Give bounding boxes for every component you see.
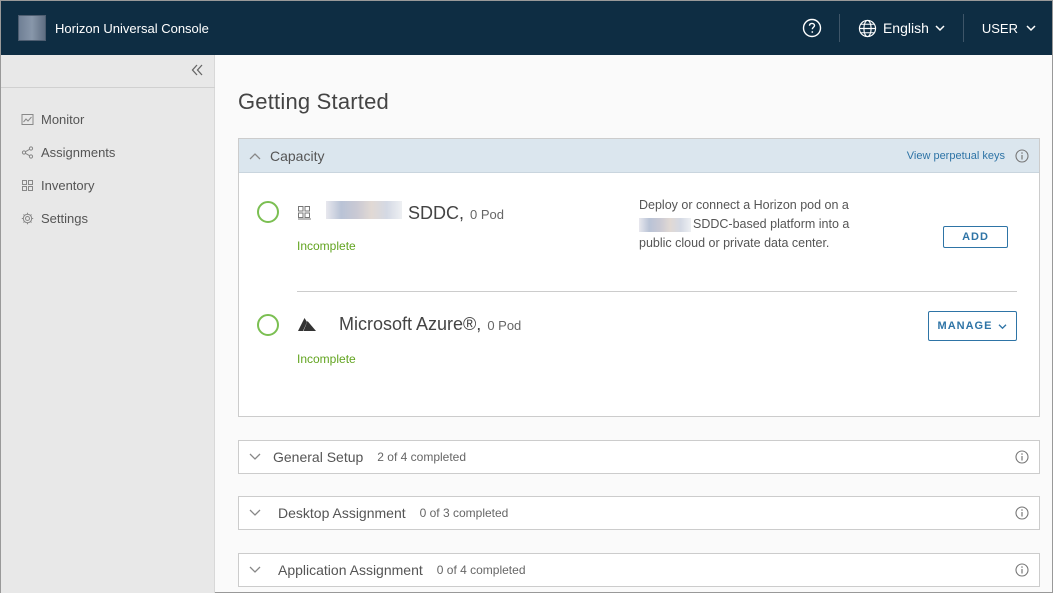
sidebar-item-label: Assignments [41,145,116,160]
chevron-down-icon [998,323,1007,329]
sidebar-nav: Monitor Assignments Inventory Settings [1,103,215,235]
description-line: Deploy or connect a Horizon pod on a [639,198,849,212]
azure-logo-icon [298,317,316,331]
sidebar-divider [1,87,215,88]
sidebar-item-settings[interactable]: Settings [1,202,215,235]
language-selector[interactable]: English [840,14,964,42]
main-content: Getting Started Capacity View perpetual … [216,55,1052,593]
pod-name-row: SDDC, 0 Pod [297,201,504,224]
chevron-down-icon [935,25,945,32]
capacity-title: Capacity [270,147,325,164]
pod-description: Deploy or connect a Horizon pod on a SDD… [639,196,889,253]
info-icon[interactable] [1015,563,1029,577]
help-icon [803,18,822,38]
manage-label: MANAGE [937,320,993,332]
app-logo [18,15,46,41]
section-desktop-assignment[interactable]: Desktop Assignment 0 of 3 completed [238,496,1040,530]
pod-status: Incomplete [297,239,356,253]
info-icon[interactable] [1015,148,1029,163]
chevron-down-icon [249,566,261,573]
language-label: English [882,20,929,36]
redacted-text [326,201,402,219]
top-header: Horizon Universal Console English USER [1,1,1052,55]
section-status: 0 of 3 completed [419,506,509,520]
share-icon [21,146,34,159]
section-title: General Setup [273,449,364,465]
app-title: Horizon Universal Console [55,20,209,36]
sidebar-item-monitor[interactable]: Monitor [1,103,215,136]
capacity-panel: Capacity View perpetual keys SDDC, 0 Pod… [238,138,1040,417]
help-button[interactable] [786,14,840,42]
sidebar-item-assignments[interactable]: Assignments [1,136,215,169]
add-button[interactable]: ADD [943,226,1008,248]
monitor-icon [21,114,34,125]
sidebar-item-label: Monitor [41,112,85,127]
sidebar-item-label: Inventory [41,178,95,193]
pod-name: Microsoft Azure®, [339,314,482,334]
manage-button[interactable]: MANAGE [928,311,1017,341]
pod-count: 0 Pod [487,318,522,333]
pod-divider [297,291,1017,292]
user-menu[interactable]: USER [964,14,1052,42]
description-line: public cloud or private data center. [639,236,830,250]
grid-icon [22,180,33,191]
sidebar-item-label: Settings [41,211,88,226]
pod-name: SDDC, [408,203,465,223]
pod-status: Incomplete [297,352,356,366]
collapse-sidebar-icon[interactable] [190,63,204,77]
description-line: SDDC-based platform into a [639,215,889,234]
view-perpetual-keys-link[interactable]: View perpetual keys [907,150,1005,162]
status-circle [257,314,279,336]
capacity-header[interactable]: Capacity View perpetual keys [239,139,1039,173]
user-label: USER [981,20,1018,36]
chevron-down-icon [249,453,261,460]
section-application-assignment[interactable]: Application Assignment 0 of 4 completed [238,553,1040,587]
sidebar-item-inventory[interactable]: Inventory [1,169,215,202]
section-title: Desktop Assignment [278,505,406,521]
info-icon[interactable] [1015,506,1029,520]
info-icon[interactable] [1015,450,1029,464]
chevron-down-icon [249,509,261,516]
status-circle [257,201,279,223]
grid-icon [298,206,311,220]
description-text: SDDC-based platform into a [693,217,850,231]
section-title: Application Assignment [278,562,423,578]
gear-icon [21,212,34,225]
page-title: Getting Started [238,89,389,114]
pod-name-row: Microsoft Azure®, 0 Pod [297,314,521,335]
header-actions: English USER [786,1,1052,55]
chevron-down-icon [1026,25,1036,32]
redacted-text [639,217,691,232]
section-status: 2 of 4 completed [377,450,467,464]
chevron-up-icon [249,152,261,159]
sidebar: Monitor Assignments Inventory Settings [1,55,215,593]
globe-icon [858,19,877,37]
section-general-setup[interactable]: General Setup 2 of 4 completed [238,440,1040,474]
pod-count: 0 Pod [470,207,504,222]
section-status: 0 of 4 completed [436,563,526,577]
